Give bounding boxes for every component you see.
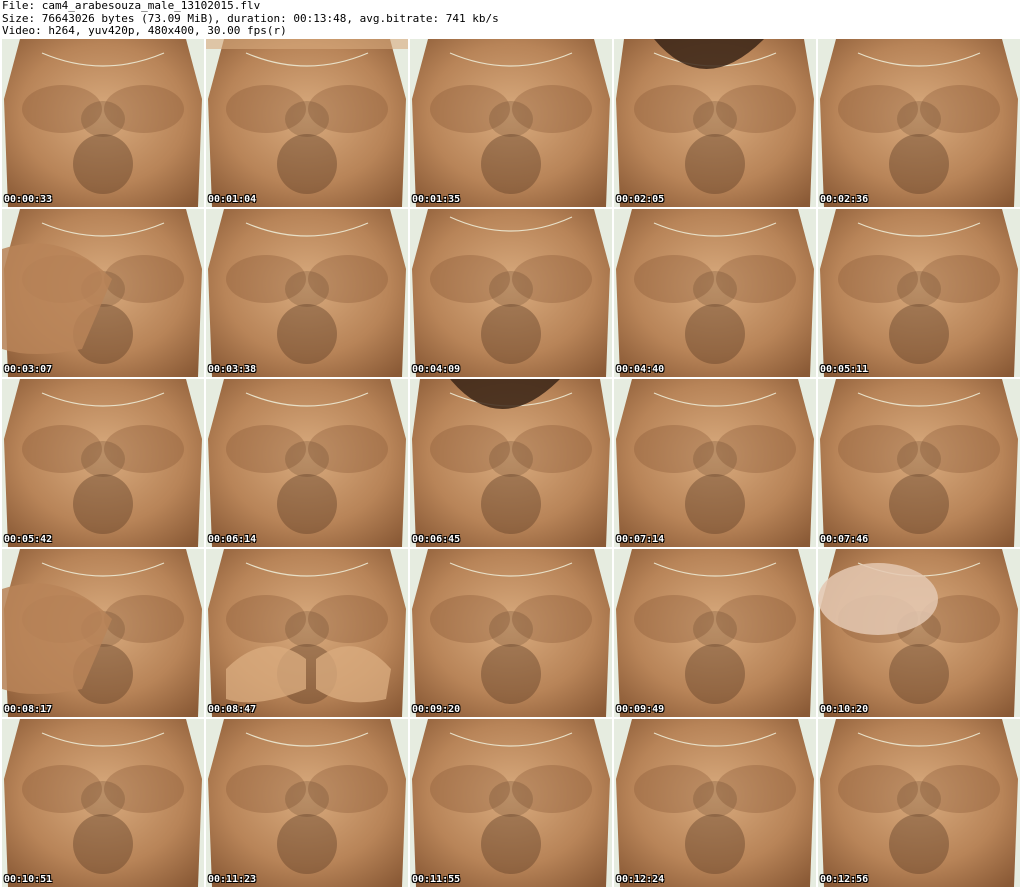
thumbnail-timestamp: 00:01:35	[412, 194, 461, 205]
video-thumbnail: 00:10:20	[818, 549, 1020, 717]
torso-frame-image	[818, 549, 1020, 717]
torso-frame-image	[410, 549, 612, 717]
torso-frame-image	[2, 209, 204, 377]
torso-frame-image	[206, 39, 408, 207]
torso-frame-image	[2, 39, 204, 207]
torso-frame-image	[614, 719, 816, 887]
thumbnail-timestamp: 00:11:23	[208, 874, 257, 885]
video-thumbnail: 00:09:49	[614, 549, 816, 717]
thumbnail-timestamp: 00:10:51	[4, 874, 53, 885]
thumbnail-timestamp: 00:04:09	[412, 364, 461, 375]
torso-frame-image	[2, 719, 204, 887]
thumbnail-timestamp: 00:09:20	[412, 704, 461, 715]
thumbnail-timestamp: 00:06:14	[208, 534, 257, 545]
video-thumbnail: 00:11:23	[206, 719, 408, 887]
torso-frame-image	[614, 379, 816, 547]
thumbnail-timestamp: 00:01:04	[208, 194, 257, 205]
thumbnail-timestamp: 00:02:36	[820, 194, 869, 205]
thumbnail-timestamp: 00:10:20	[820, 704, 869, 715]
torso-frame-image	[410, 379, 612, 547]
video-thumbnail: 00:10:51	[2, 719, 204, 887]
file-name-line: File: cam4_arabesouza_male_13102015.flv	[2, 0, 261, 12]
video-thumbnail: 00:08:17	[2, 549, 204, 717]
video-thumbnail: 00:03:07	[2, 209, 204, 377]
thumbnail-timestamp: 00:08:17	[4, 704, 53, 715]
video-thumbnail: 00:12:24	[614, 719, 816, 887]
thumbnail-timestamp: 00:08:47	[208, 704, 257, 715]
file-info-header: File: cam4_arabesouza_male_13102015.flv …	[2, 0, 1022, 38]
video-thumbnail: 00:01:35	[410, 39, 612, 207]
video-thumbnail: 00:00:33	[2, 39, 204, 207]
video-thumbnail: 00:05:42	[2, 379, 204, 547]
torso-frame-image	[206, 719, 408, 887]
torso-frame-image	[614, 209, 816, 377]
thumbnail-timestamp: 00:12:56	[820, 874, 869, 885]
torso-frame-image	[818, 39, 1020, 207]
thumbnail-timestamp: 00:05:11	[820, 364, 869, 375]
thumbnail-timestamp: 00:03:38	[208, 364, 257, 375]
torso-frame-image	[818, 379, 1020, 547]
video-thumbnail: 00:09:20	[410, 549, 612, 717]
torso-frame-image	[2, 549, 204, 717]
video-thumbnail: 00:11:55	[410, 719, 612, 887]
video-thumbnail: 00:01:04	[206, 39, 408, 207]
thumbnail-timestamp: 00:02:05	[616, 194, 665, 205]
torso-frame-image	[2, 379, 204, 547]
video-info-line: Video: h264, yuv420p, 480x400, 30.00 fps…	[2, 24, 287, 37]
thumbnail-timestamp: 00:12:24	[616, 874, 665, 885]
thumbnail-timestamp: 00:07:46	[820, 534, 869, 545]
torso-frame-image	[206, 379, 408, 547]
thumbnail-timestamp: 00:00:33	[4, 194, 53, 205]
thumbnail-timestamp: 00:05:42	[4, 534, 53, 545]
torso-frame-image	[206, 549, 408, 717]
torso-frame-image	[206, 209, 408, 377]
video-thumbnail: 00:02:05	[614, 39, 816, 207]
thumbnail-timestamp: 00:06:45	[412, 534, 461, 545]
thumbnail-timestamp: 00:03:07	[4, 364, 53, 375]
thumbnail-timestamp: 00:04:40	[616, 364, 665, 375]
video-thumbnail: 00:06:45	[410, 379, 612, 547]
video-thumbnail: 00:08:47	[206, 549, 408, 717]
thumbnail-grid: 00:00:33 00:01:04 00:01:35 00:02:05 00:0…	[2, 39, 1024, 889]
torso-frame-image	[410, 719, 612, 887]
video-thumbnail: 00:03:38	[206, 209, 408, 377]
video-thumbnail: 00:12:56	[818, 719, 1020, 887]
thumbnail-timestamp: 00:07:14	[616, 534, 665, 545]
video-thumbnail: 00:05:11	[818, 209, 1020, 377]
torso-frame-image	[410, 209, 612, 377]
thumbnail-timestamp: 00:11:55	[412, 874, 461, 885]
torso-frame-image	[614, 39, 816, 207]
video-thumbnail: 00:06:14	[206, 379, 408, 547]
torso-frame-image	[614, 549, 816, 717]
torso-frame-image	[818, 209, 1020, 377]
video-thumbnail: 00:04:40	[614, 209, 816, 377]
video-thumbnail: 00:02:36	[818, 39, 1020, 207]
video-thumbnail: 00:07:46	[818, 379, 1020, 547]
torso-frame-image	[818, 719, 1020, 887]
video-thumbnail: 00:07:14	[614, 379, 816, 547]
thumbnail-timestamp: 00:09:49	[616, 704, 665, 715]
video-thumbnail: 00:04:09	[410, 209, 612, 377]
torso-frame-image	[410, 39, 612, 207]
